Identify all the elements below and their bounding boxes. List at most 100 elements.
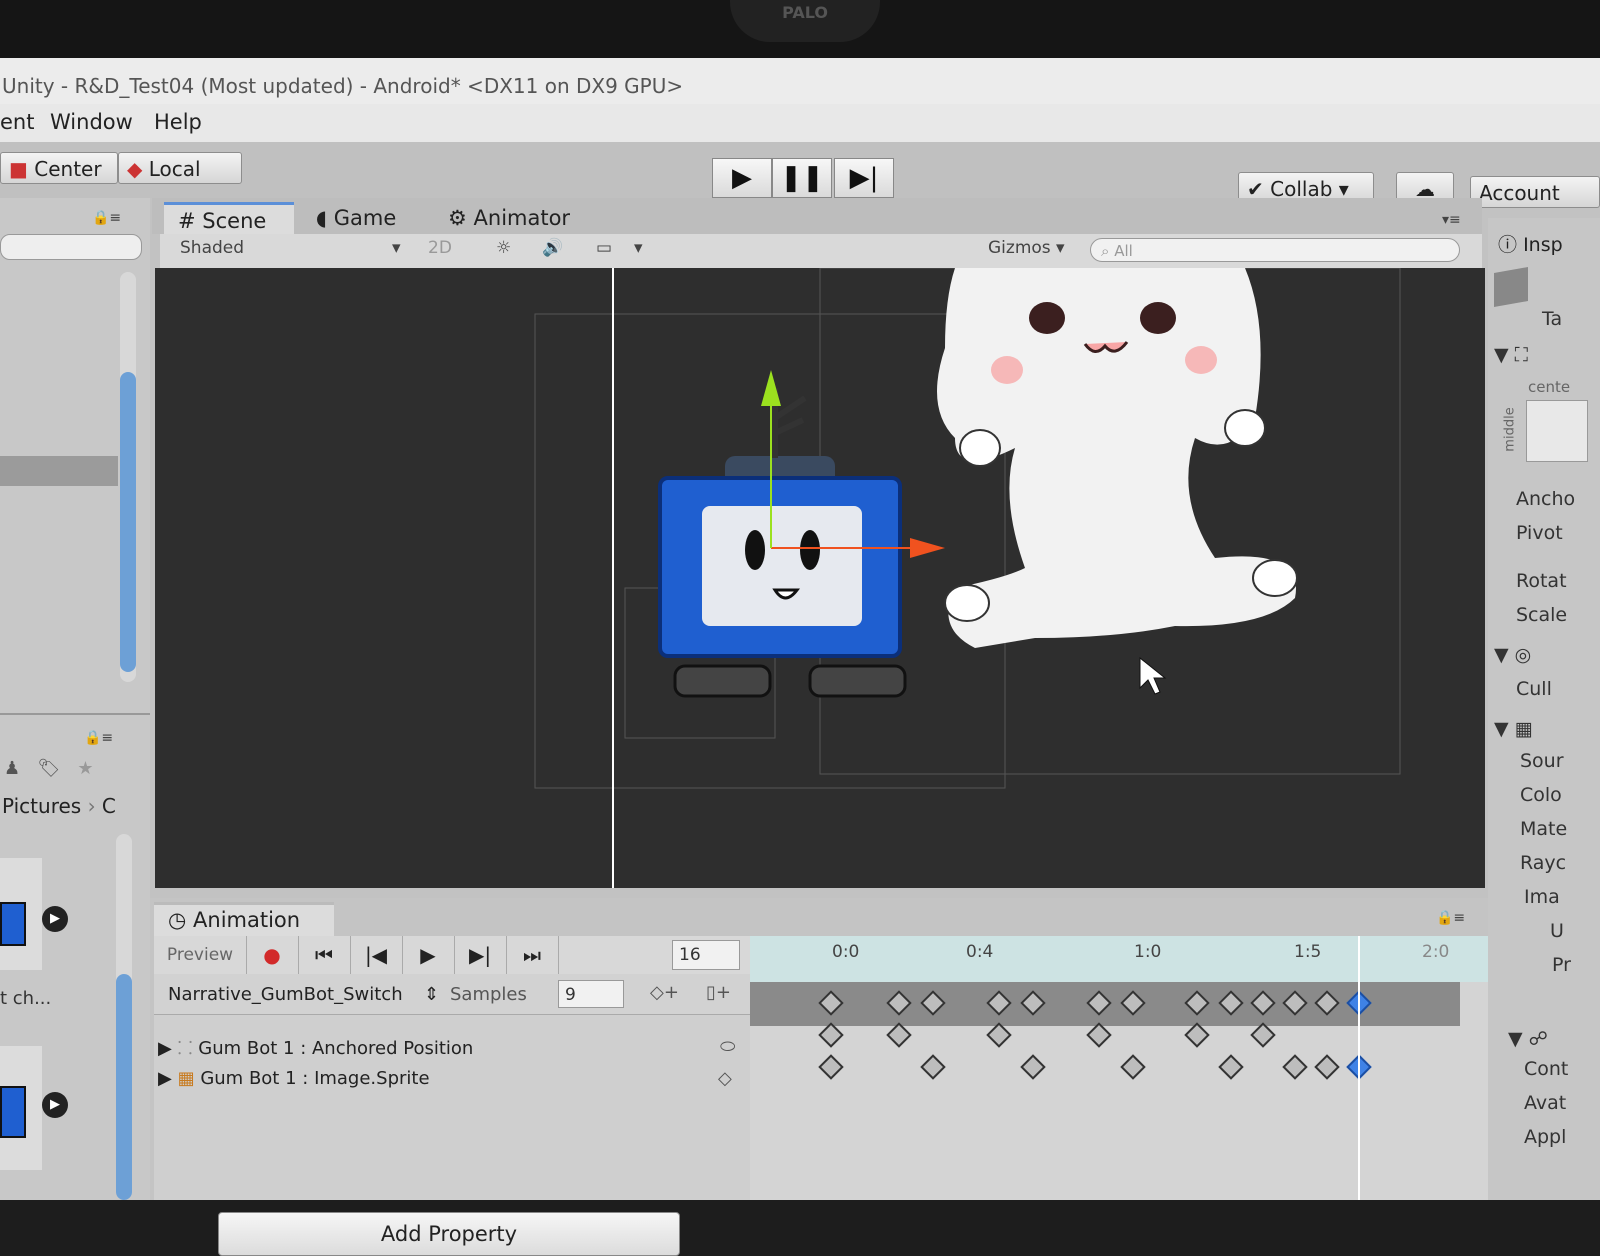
recttransform-icon: ⸬ — [177, 1038, 193, 1059]
webcam: PALO — [730, 0, 880, 42]
menu-help[interactable]: Help — [154, 110, 202, 134]
anchors-row[interactable]: Ancho — [1516, 488, 1575, 510]
play-button[interactable]: ▶ — [712, 158, 772, 198]
gizmo-x-arrow[interactable] — [910, 538, 945, 558]
property-row-anchored-position[interactable]: ▶ ⸬ Gum Bot 1 : Anchored Position — [158, 1036, 473, 1060]
playhead[interactable] — [1358, 936, 1360, 1200]
scene-viewport[interactable] — [155, 268, 1485, 888]
shading-mode-dropdown[interactable]: Shaded — [180, 238, 244, 258]
gizmos-dropdown[interactable]: Gizmos ▾ — [988, 238, 1065, 258]
tab-scene[interactable]: # Scene — [164, 202, 294, 234]
label-icon[interactable]: 🏷 — [37, 758, 60, 779]
keyframe[interactable] — [1184, 1022, 1210, 1048]
scene-toolbar: Shaded ▾ 2D ☼ 🔊 ▭ ▾ Gizmos ▾ ⌕ All — [160, 234, 1482, 269]
clip-dropdown-arrow[interactable]: ⇕ — [424, 984, 439, 1005]
record-icon[interactable]: ● — [246, 936, 299, 974]
effects-icon[interactable]: ▭ — [596, 238, 612, 258]
add-event-icon[interactable]: ▯+ — [706, 982, 731, 1003]
frame-field[interactable]: 16 — [672, 940, 740, 970]
hierarchy-selected-row[interactable] — [0, 456, 118, 486]
image-type-row: Ima — [1524, 886, 1560, 908]
image-component-foldout-icon[interactable]: ▼ ▦ — [1494, 718, 1533, 740]
play-animation-icon[interactable]: ▶ — [402, 936, 455, 974]
pivot-center-label: Center — [34, 157, 102, 181]
property-object: Gum Bot 1 — [198, 1038, 295, 1059]
pause-button[interactable]: ❚❚ — [772, 158, 832, 198]
canvasrenderer-foldout-icon[interactable]: ▼ ◎ — [1494, 644, 1531, 666]
pacman-icon: ◖ — [316, 206, 328, 230]
shading-dropdown-arrow[interactable]: ▾ — [392, 238, 401, 258]
clip-dropdown[interactable]: Narrative_GumBot_Switch — [168, 984, 432, 1005]
menu-component[interactable]: ent — [0, 110, 34, 134]
gumbot-antenna — [772, 388, 807, 458]
keyframe[interactable] — [1250, 1022, 1276, 1048]
asset-thumbnail-2[interactable] — [0, 1046, 42, 1170]
tab-animator[interactable]: ⚙ Animator — [434, 202, 584, 234]
animation-lock-icon[interactable]: 🔒≡ — [1436, 910, 1465, 926]
expand-arrow-icon[interactable]: ▶ — [158, 1038, 172, 1059]
inspector-tab[interactable]: ⓘ Insp — [1498, 230, 1563, 257]
property-row-image-sprite[interactable]: ▶ ▦ Gum Bot 1 : Image.Sprite — [158, 1068, 430, 1089]
keyframe[interactable] — [986, 1022, 1012, 1048]
favorite-icon[interactable]: ★ — [77, 758, 93, 779]
create-icon[interactable]: ♟ — [4, 758, 20, 779]
keyframe[interactable] — [1314, 1054, 1340, 1080]
time-ruler[interactable]: 0:0 0:4 1:0 1:5 2:0 — [750, 936, 1488, 982]
project-toolbar-icons[interactable]: ♟ 🏷 ★ — [4, 758, 93, 779]
keyframe[interactable] — [920, 1054, 946, 1080]
asset-thumbnail-1[interactable] — [0, 858, 42, 970]
play-preview-icon-2[interactable]: ▶ — [42, 1092, 68, 1118]
add-property-button[interactable]: Add Property — [218, 1212, 680, 1256]
preview-button[interactable]: Preview — [154, 936, 247, 974]
last-keyframe-icon[interactable]: ⏭ — [506, 936, 559, 974]
keyframe[interactable] — [1120, 1054, 1146, 1080]
hierarchy-scroll-thumb[interactable] — [120, 372, 136, 672]
breadcrumb-pictures[interactable]: Pictures — [2, 794, 81, 818]
recttransform-foldout-icon[interactable]: ▼ ⛶ — [1494, 344, 1528, 366]
anchor-presets-button[interactable] — [1526, 400, 1588, 462]
next-keyframe-icon[interactable]: ▶| — [454, 936, 507, 974]
keyframe[interactable] — [1218, 1054, 1244, 1080]
scene-search-input[interactable]: ⌕ All — [1090, 238, 1460, 262]
samples-field[interactable]: 9 — [558, 980, 624, 1008]
step-button[interactable]: ▶| — [834, 158, 894, 198]
hierarchy-search-input[interactable] — [0, 234, 142, 260]
keyframe[interactable] — [818, 1054, 844, 1080]
keyframe[interactable] — [818, 1022, 844, 1048]
dopesheet[interactable]: 0:0 0:4 1:0 1:5 2:0 — [750, 936, 1488, 1200]
breadcrumb: Pictures › C — [2, 794, 116, 818]
audio-icon[interactable]: 🔊 — [542, 238, 563, 258]
project-scroll-thumb[interactable] — [116, 974, 132, 1200]
preserve-aspect-row: Pr — [1552, 954, 1571, 976]
animator-foldout-icon[interactable]: ▼ ☍ — [1508, 1028, 1548, 1050]
project-lock-icon[interactable]: 🔒≡ — [84, 730, 113, 746]
play-preview-icon[interactable]: ▶ — [42, 906, 68, 932]
keyframe[interactable] — [1086, 1022, 1112, 1048]
rotation-row: Rotat — [1516, 570, 1567, 592]
keyframe[interactable] — [1020, 1054, 1046, 1080]
cat-sprite[interactable] — [937, 268, 1298, 648]
tab-game[interactable]: ◖ Game — [302, 202, 410, 234]
scene-menu-icon[interactable]: ▾≡ — [1442, 212, 1461, 228]
lighting-icon[interactable]: ☼ — [496, 238, 511, 258]
project-scrollbar[interactable] — [116, 834, 132, 1200]
breadcrumb-next[interactable]: C — [102, 794, 116, 818]
keyframe[interactable] — [886, 1022, 912, 1048]
first-keyframe-icon[interactable]: ⏮ — [298, 936, 351, 974]
tab-animation[interactable]: ◷ Animation — [154, 902, 334, 936]
lock-icon[interactable]: 🔒≡ — [92, 210, 121, 226]
prev-keyframe-icon[interactable]: |◀ — [350, 936, 403, 974]
menu-window[interactable]: Window — [50, 110, 133, 134]
pivot-local-button[interactable]: ◆ Local — [118, 152, 242, 184]
animation-controls: Preview ● ⏮ |◀ ▶ ▶| ⏭ 16 Narrative_GumBo… — [154, 936, 750, 1256]
gumbot-sprite[interactable] — [658, 388, 907, 698]
pivot-center-button[interactable]: ■ Center — [0, 152, 118, 184]
expand-arrow-icon-2[interactable]: ▶ — [158, 1068, 172, 1089]
add-keyframe-icon[interactable]: ◇+ — [650, 982, 679, 1003]
account-button[interactable]: Account — [1470, 176, 1600, 208]
keyframe[interactable] — [1282, 1054, 1308, 1080]
toggle-2d-button[interactable]: 2D — [428, 238, 452, 258]
effects-dropdown-icon[interactable]: ▾ — [634, 238, 643, 258]
asset-label[interactable]: t ch... — [0, 988, 51, 1009]
hierarchy-scrollbar[interactable] — [120, 272, 136, 682]
